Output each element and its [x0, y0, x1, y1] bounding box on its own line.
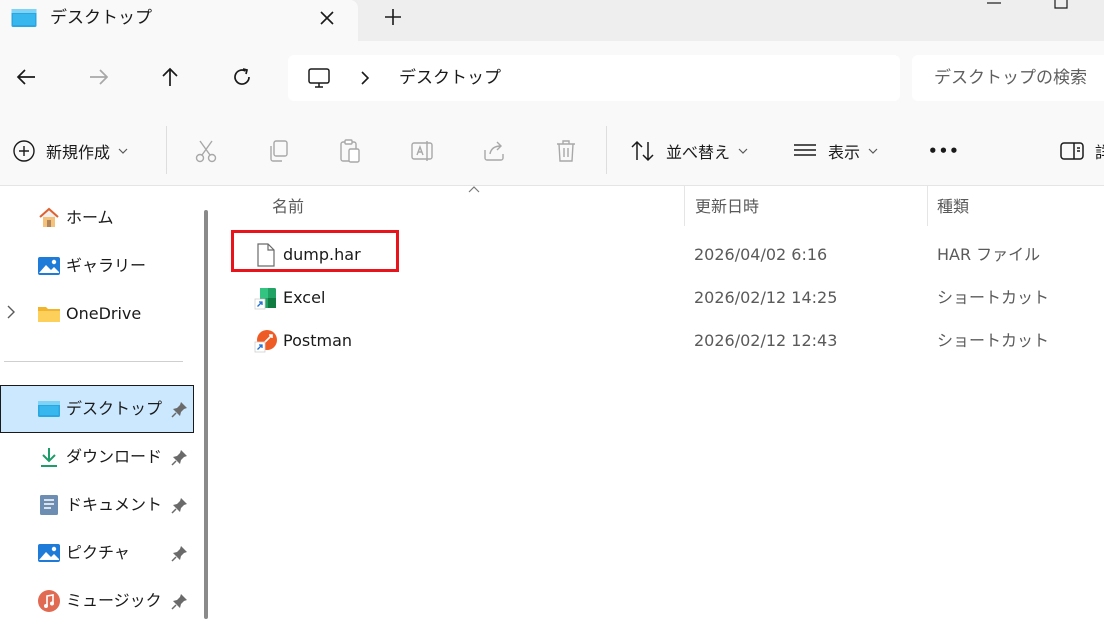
delete-icon[interactable]: [553, 138, 579, 164]
pin-icon[interactable]: [171, 496, 189, 514]
desktop-folder-icon: [11, 8, 37, 28]
file-type: ショートカット: [937, 331, 1050, 350]
refresh-button[interactable]: [230, 65, 254, 89]
pin-icon[interactable]: [171, 400, 189, 418]
file-name: Excel: [283, 288, 326, 307]
chevron-down-icon: [118, 147, 128, 155]
sidebar-item-label: ピクチャ: [66, 543, 130, 562]
column-header-type[interactable]: 種類: [937, 196, 969, 218]
breadcrumb-desktop[interactable]: デスクトップ: [399, 67, 501, 89]
sort-ascending-icon: [467, 186, 481, 194]
sidebar-item-label: OneDrive: [66, 304, 142, 323]
sidebar-item-label: ギャラリー: [66, 256, 147, 275]
chevron-right-icon[interactable]: [358, 70, 372, 86]
address-row: デスクトップ デスクトップの検索: [0, 41, 1104, 115]
pin-icon[interactable]: [171, 544, 189, 562]
address-bar[interactable]: デスクトップ: [288, 55, 900, 101]
sidebar-item-pictures[interactable]: ピクチャ: [0, 529, 194, 577]
view-list-icon: [792, 139, 818, 163]
file-date: 2026/02/12 14:25: [694, 288, 838, 307]
file-row-excel[interactable]: Excel 2026/02/12 14:25 ショートカット: [244, 277, 1104, 319]
command-bar: 新規作成 並べ替え 表示 ••• 詳: [0, 115, 1104, 186]
highlight-annotation-box: [231, 230, 399, 272]
download-icon: [37, 445, 61, 469]
sidebar-item-documents[interactable]: ドキュメント: [0, 481, 194, 529]
rename-icon[interactable]: [409, 138, 435, 164]
new-tab-button[interactable]: [382, 6, 404, 28]
tab-title: デスクトップ: [50, 8, 152, 28]
sidebar-item-label: ミュージック: [66, 591, 162, 610]
sidebar-scrollbar[interactable]: [204, 210, 208, 619]
toolbar-divider: [166, 126, 167, 174]
copy-icon[interactable]: [265, 138, 291, 164]
close-tab-icon[interactable]: [316, 7, 338, 29]
pin-icon[interactable]: [171, 448, 189, 466]
column-divider[interactable]: [684, 186, 685, 226]
plus-circle-icon: [12, 139, 36, 163]
chevron-down-icon: [738, 147, 748, 155]
chevron-down-icon: [868, 147, 878, 155]
sort-button-label: 並べ替え: [666, 143, 731, 162]
sidebar-item-label: ドキュメント: [66, 495, 163, 514]
sidebar-item-music[interactable]: ミュージック: [0, 577, 194, 625]
details-pane-icon: [1059, 139, 1085, 163]
sidebar-item-label: ダウンロード: [66, 447, 163, 466]
details-button[interactable]: 詳: [1059, 138, 1104, 164]
search-placeholder: デスクトップの検索: [934, 68, 1087, 88]
sidebar-item-desktop[interactable]: デスクトップ: [0, 385, 194, 433]
pin-icon[interactable]: [171, 592, 189, 610]
new-button-label: 新規作成: [46, 143, 111, 162]
sidebar-item-home[interactable]: ホーム: [0, 194, 194, 242]
home-icon: [37, 206, 61, 230]
desktop-icon: [37, 397, 61, 421]
view-button-label: 表示: [828, 143, 861, 162]
maximize-icon[interactable]: [1051, 0, 1071, 10]
more-options-button[interactable]: •••: [928, 138, 960, 164]
file-date: 2026/02/12 12:43: [694, 331, 838, 350]
column-divider[interactable]: [927, 186, 928, 226]
chevron-right-icon[interactable]: [5, 304, 17, 320]
cut-icon[interactable]: [193, 138, 219, 164]
navigation-pane: ホーム ギャラリー OneDrive デスクトップ ダウンロード ドキュメント …: [0, 186, 220, 619]
sort-button[interactable]: 並べ替え: [630, 138, 748, 164]
document-icon: [37, 493, 61, 517]
tab-bar: デスクトップ: [0, 0, 1104, 41]
pictures-icon: [37, 541, 61, 565]
search-input[interactable]: デスクトップの検索: [912, 55, 1104, 101]
column-header-date[interactable]: 更新日時: [695, 196, 759, 218]
sidebar-divider: [4, 361, 183, 362]
music-icon: [37, 589, 61, 613]
excel-shortcut-icon: [254, 285, 278, 311]
sidebar-item-onedrive[interactable]: OneDrive: [0, 290, 194, 338]
new-button[interactable]: 新規作成: [12, 138, 128, 164]
paste-icon[interactable]: [337, 138, 363, 164]
details-button-label: 詳: [1095, 143, 1104, 162]
sidebar-item-label: デスクトップ: [66, 399, 163, 418]
sidebar-item-label: ホーム: [66, 208, 114, 227]
more-icon: •••: [928, 142, 960, 160]
file-row-postman[interactable]: Postman 2026/02/12 12:43 ショートカット: [244, 320, 1104, 362]
view-button[interactable]: 表示: [792, 138, 878, 164]
column-header-name[interactable]: 名前: [272, 196, 304, 218]
postman-shortcut-icon: [254, 328, 278, 354]
file-name: Postman: [283, 331, 353, 350]
share-icon[interactable]: [481, 138, 507, 164]
forward-button[interactable]: [87, 65, 111, 89]
back-button[interactable]: [14, 65, 38, 89]
sidebar-item-downloads[interactable]: ダウンロード: [0, 433, 194, 481]
folder-icon: [37, 302, 61, 326]
minimize-icon[interactable]: [984, 0, 1004, 6]
up-button[interactable]: [158, 65, 182, 89]
tab-desktop[interactable]: デスクトップ: [0, 0, 358, 41]
file-type: ショートカット: [937, 288, 1050, 307]
toolbar-divider: [606, 126, 607, 174]
file-type: HAR ファイル: [937, 245, 1041, 264]
gallery-icon: [37, 254, 61, 278]
pc-icon: [307, 66, 331, 90]
sidebar-item-gallery[interactable]: ギャラリー: [0, 242, 194, 290]
file-date: 2026/04/02 6:16: [694, 245, 828, 264]
sort-icon: [630, 139, 656, 163]
